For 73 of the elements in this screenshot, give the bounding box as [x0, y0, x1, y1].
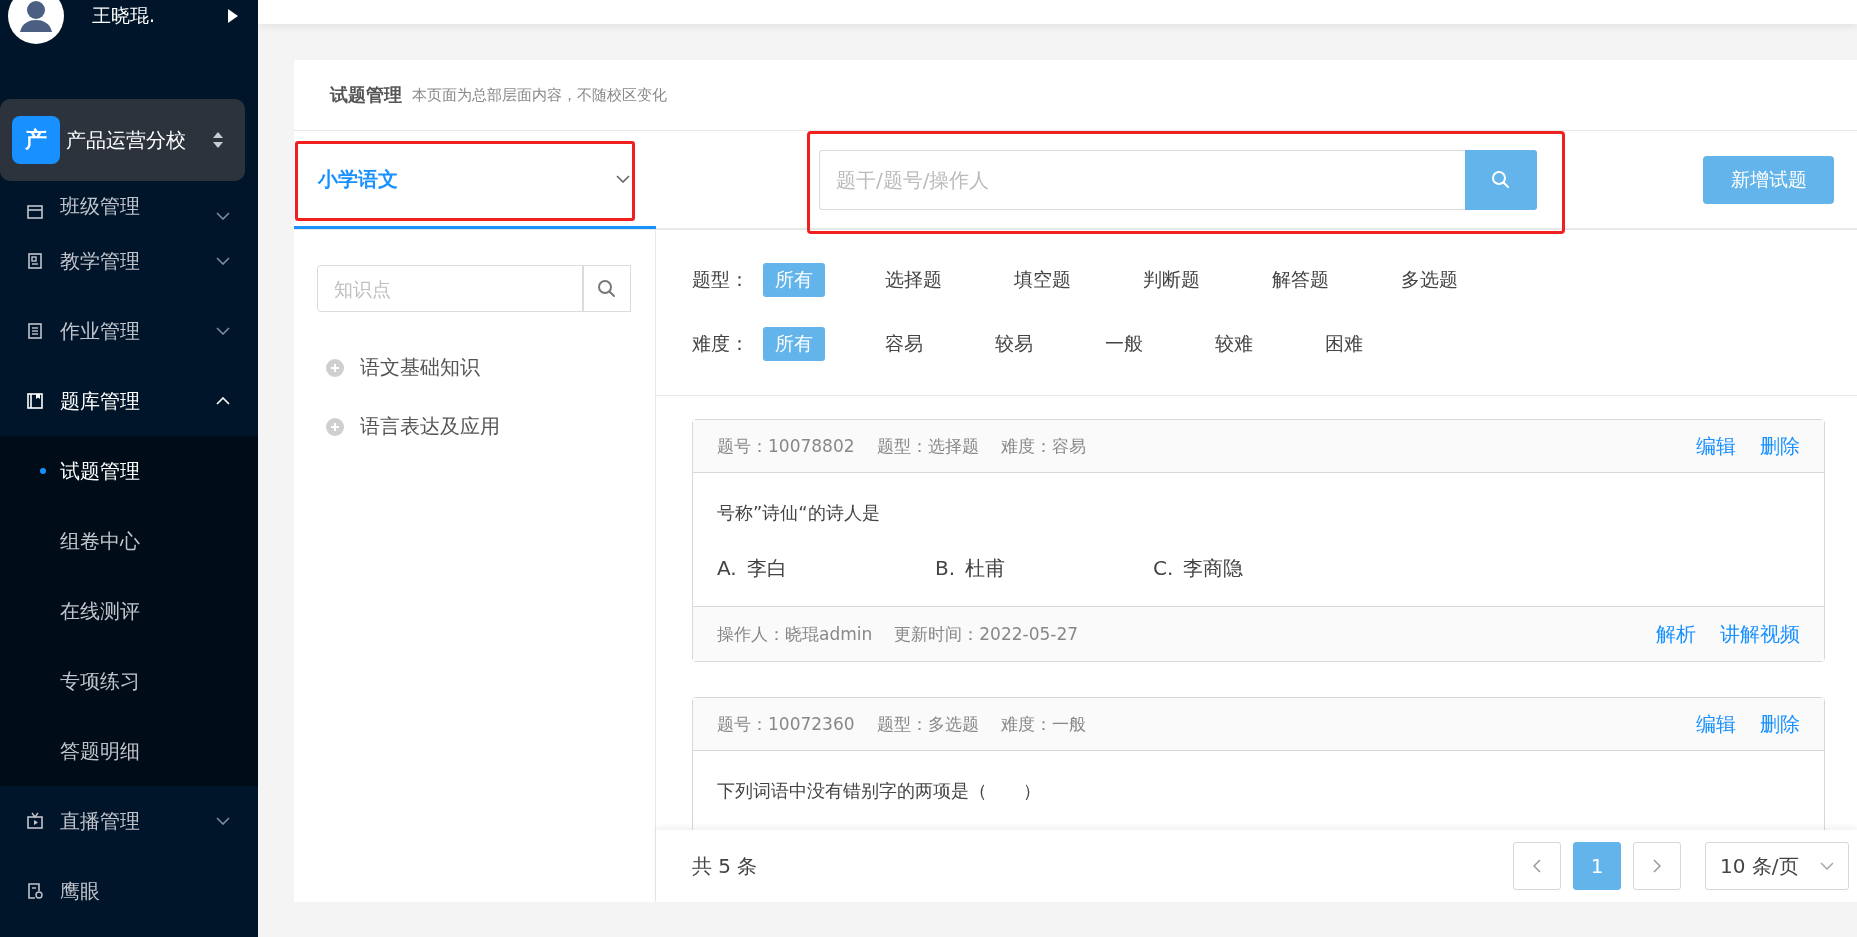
question-meta: 题型：选择题 [876, 434, 979, 458]
answer-option: A. 李白 [717, 555, 935, 582]
tree-item[interactable]: 语言表达及应用 [317, 397, 631, 456]
question-meta: 操作人：晓琨admin [717, 622, 873, 646]
search-button[interactable] [583, 265, 631, 312]
chevron-down-icon [216, 327, 230, 335]
menu-item[interactable]: 鹰眼 [0, 856, 258, 926]
menu-item[interactable]: 题库管理 [0, 366, 258, 436]
triangle-right-icon [228, 9, 238, 23]
menu-item[interactable]: 教学管理 [0, 226, 258, 296]
previous-page-button[interactable] [1513, 842, 1561, 890]
chevron-down-icon [216, 257, 230, 265]
filter-option[interactable]: 一般 [1093, 327, 1155, 361]
tv-icon [26, 812, 44, 830]
page-size-select[interactable]: 10 条/页 [1705, 842, 1849, 890]
menu-item[interactable]: 作业管理 [0, 296, 258, 366]
question-meta: 更新时间：2022-05-27 [894, 622, 1079, 646]
school-name: 产品运营分校 [66, 126, 187, 154]
answer-option: B. 杜甫 [935, 555, 1153, 582]
user-name: 王晓琨. [92, 3, 157, 28]
question-meta: 题号：10078802 [717, 434, 855, 458]
filter-option[interactable]: 较易 [983, 327, 1045, 361]
filter-option[interactable]: 填空题 [1002, 263, 1083, 297]
question-meta: 难度：容易 [1000, 434, 1086, 458]
search-field[interactable]: 题干/题号/操作人 [819, 149, 1465, 210]
question-meta: 题型：多选题 [876, 712, 979, 736]
search-icon [597, 278, 617, 299]
filter-label: 题型： [692, 267, 749, 292]
page-note: 本页面为总部层面内容，不随校区变化 [412, 85, 667, 105]
filter-option[interactable]: 选择题 [873, 263, 954, 297]
question-stem: 号称”诗仙“的诗人是 [717, 501, 881, 525]
submenu-item[interactable]: 试题管理 [0, 436, 258, 506]
avatar-icon [8, 0, 64, 44]
chevron-right-icon [1653, 859, 1661, 873]
question-stem: 下列词语中没有错别字的两项是（ ） [717, 779, 1042, 803]
document-eye-icon [26, 882, 44, 900]
active-dot [40, 468, 46, 474]
chevron-down-icon [216, 817, 230, 825]
filter-option[interactable]: 困难 [1313, 327, 1375, 361]
filter-option[interactable]: 判断题 [1131, 263, 1212, 297]
card-icon [26, 252, 44, 270]
total-count: 共 5 条 [692, 852, 758, 880]
knowledge-search-field[interactable]: 知识点 [317, 265, 583, 312]
school-selector[interactable]: 产 产品运营分校 [0, 99, 245, 181]
menu-item[interactable]: 直播管理 [0, 786, 258, 856]
menu-item[interactable]: 班级管理 [0, 182, 258, 226]
submenu-item[interactable]: 在线测评 [0, 576, 258, 646]
school-badge: 产 [12, 116, 60, 164]
filter-option[interactable]: 较难 [1203, 327, 1265, 361]
sort-arrows-icon [213, 132, 223, 148]
chevron-down-icon [216, 212, 230, 220]
next-page-button[interactable] [1633, 842, 1681, 890]
submenu-item[interactable]: 答题明细 [0, 716, 258, 786]
filter-option[interactable]: 容易 [873, 327, 935, 361]
question-meta: 题号：10072360 [717, 712, 855, 736]
box-icon [26, 202, 44, 220]
chevron-down-icon [1820, 862, 1834, 870]
filter-label: 难度： [692, 331, 749, 356]
chevron-down-icon [616, 175, 630, 183]
search-icon [1491, 169, 1511, 190]
list-icon [26, 322, 44, 340]
search-button[interactable] [1465, 149, 1537, 210]
book-icon [26, 392, 44, 410]
page-title: 试题管理 [330, 83, 402, 107]
submenu-item[interactable]: 专项练习 [0, 646, 258, 716]
filter-option[interactable]: 多选题 [1389, 263, 1470, 297]
answer-option: C. 李商隐 [1153, 555, 1371, 582]
tree-item[interactable]: 语文基础知识 [317, 338, 631, 397]
chevron-left-icon [1533, 859, 1541, 873]
chevron-up-icon [216, 397, 230, 405]
filter-option[interactable]: 解答题 [1260, 263, 1341, 297]
submenu-item[interactable]: 组卷中心 [0, 506, 258, 576]
question-meta: 难度：一般 [1000, 712, 1086, 736]
